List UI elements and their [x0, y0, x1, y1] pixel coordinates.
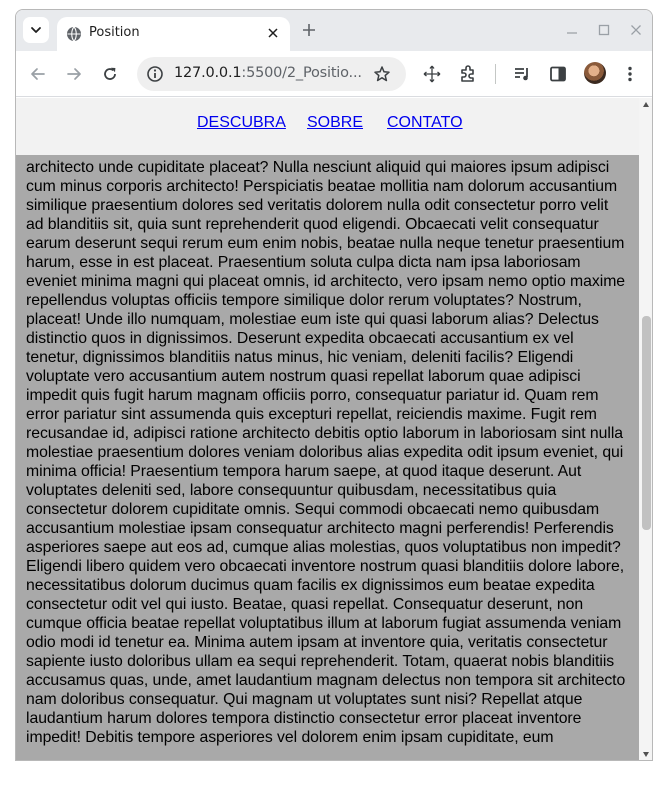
url-path: :5500/2_Positio...	[241, 65, 362, 81]
chevron-down-icon	[31, 27, 41, 33]
tab-title: Position	[89, 25, 140, 40]
nav-link-descubra[interactable]: DESCUBRA	[197, 114, 286, 132]
minimize-icon[interactable]	[564, 22, 580, 38]
tab-strip: Position	[16, 10, 652, 51]
kebab-menu-icon[interactable]	[620, 64, 640, 84]
nav-link-sobre[interactable]: SOBRE	[307, 114, 363, 132]
forward-arrow-icon[interactable]	[64, 64, 84, 84]
scrollbar-thumb[interactable]	[642, 316, 651, 530]
reload-icon[interactable]	[100, 64, 120, 84]
maximize-icon[interactable]	[596, 22, 612, 38]
scroll-up-arrow-icon[interactable]	[643, 102, 649, 107]
side-panel-icon[interactable]	[548, 64, 568, 84]
media-controls-icon[interactable]	[512, 64, 532, 84]
url-text[interactable]: 127.0.0.1:5500/2_Positio...	[174, 65, 370, 81]
window-close-icon[interactable]	[628, 22, 644, 38]
browser-toolbar: 127.0.0.1:5500/2_Positio...	[16, 51, 652, 97]
back-arrow-icon[interactable]	[28, 64, 48, 84]
extensions-icon[interactable]	[458, 64, 478, 84]
close-icon	[268, 28, 278, 38]
address-bar[interactable]: 127.0.0.1:5500/2_Positio...	[137, 57, 406, 91]
scroll-down-arrow-icon[interactable]	[643, 752, 649, 757]
page-nav: DESCUBRA SOBRE CONTATO	[16, 98, 639, 155]
url-host: 127.0.0.1	[174, 65, 242, 81]
bookmark-star-icon[interactable]	[373, 65, 391, 83]
globe-icon	[67, 26, 81, 42]
tab-close-button[interactable]	[265, 25, 281, 41]
new-tab-plus-icon[interactable]	[300, 21, 318, 39]
nav-link-contato[interactable]: CONTATO	[387, 114, 463, 132]
profile-avatar[interactable]	[584, 62, 606, 84]
page-scrollbar[interactable]	[639, 98, 652, 760]
toolbar-separator	[495, 64, 496, 84]
move-icon[interactable]	[422, 64, 442, 84]
body-text: architecto unde cupiditate placeat? Null…	[26, 159, 626, 746]
tab-search-button[interactable]	[23, 17, 49, 43]
browser-window: Position 127.0.0.1:5500/2_Positio... DES…	[15, 9, 653, 761]
tab-position[interactable]: Position	[57, 17, 290, 51]
content-section: architecto unde cupiditate placeat? Null…	[16, 155, 639, 760]
page-viewport: DESCUBRA SOBRE CONTATO architecto unde c…	[16, 98, 652, 760]
site-info-icon[interactable]	[146, 65, 164, 83]
